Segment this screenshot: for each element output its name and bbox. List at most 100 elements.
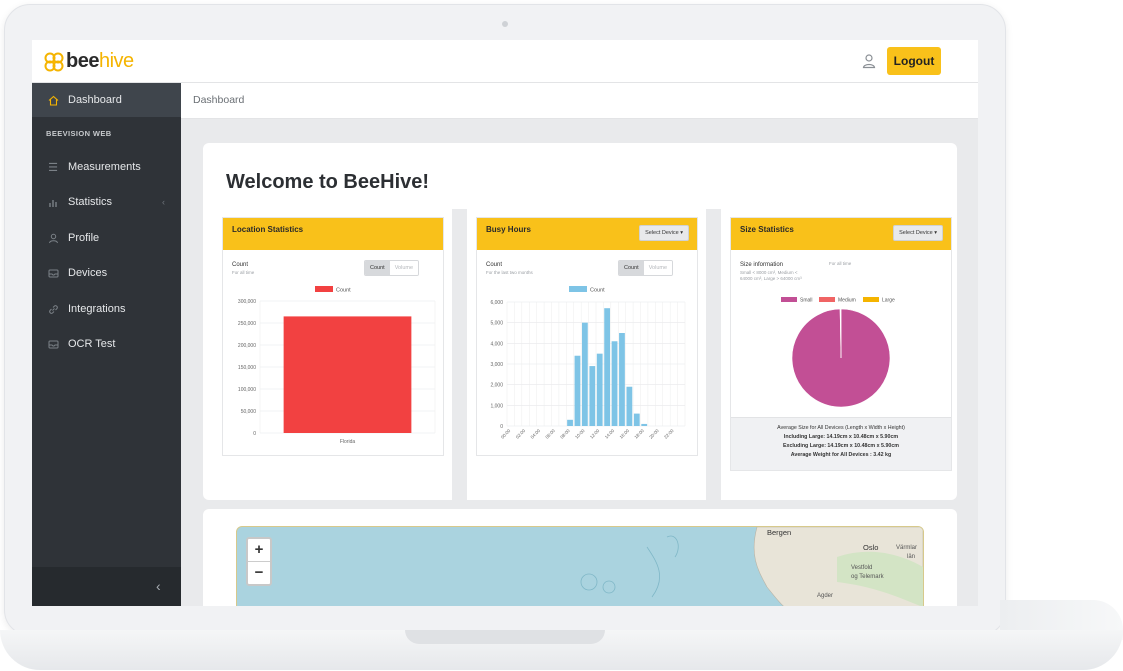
map-label-vestfold: Vestfold xyxy=(851,565,873,571)
bar xyxy=(633,413,640,426)
location-chart: Count 300,000 250,000 200,000 150,000 100,000… xyxy=(238,286,436,445)
size-summary-line: Average Weight for All Devices : 3.42 kg xyxy=(790,452,892,458)
legend-swatch xyxy=(819,297,835,302)
toggle-count[interactable]: Count xyxy=(365,261,390,275)
bar-chart-icon xyxy=(46,195,60,209)
laptop-notch xyxy=(405,630,605,644)
y-tick-label: 0 xyxy=(500,424,503,430)
panel-subtitle: Count xyxy=(232,262,249,268)
x-tick-label: 06:00 xyxy=(544,428,556,440)
x-tick-label: 20:00 xyxy=(648,428,660,440)
toggle-count[interactable]: Count xyxy=(619,261,644,275)
inbox-icon xyxy=(46,337,60,351)
sidebar-item-label: Profile xyxy=(68,232,100,244)
panel-subnote: For all time xyxy=(232,270,255,275)
size-statistics-panel: Size Statistics Select Device ▾ Size inf… xyxy=(730,217,952,471)
sidebar-footer: ‹ xyxy=(32,567,181,606)
bar xyxy=(581,322,588,426)
legend-label: Count xyxy=(336,288,351,294)
y-tick-label: 0 xyxy=(253,431,256,437)
legend-swatch xyxy=(781,297,797,302)
breadcrumb-current: Dashboard xyxy=(193,94,245,106)
map-label-agder: Agder xyxy=(817,593,834,599)
bar xyxy=(283,316,412,433)
panel-header: Size Statistics Select Device ▾ xyxy=(731,218,951,250)
panel-subtitle: Count xyxy=(486,262,503,268)
zoom-out-button[interactable]: − xyxy=(248,562,270,584)
top-bar: bee hive Logout xyxy=(32,40,978,83)
chevron-left-icon[interactable]: ‹ xyxy=(156,578,161,594)
panel-title: Location Statistics xyxy=(232,225,304,234)
sidebar-section-header: BEEVISION WEB xyxy=(46,129,112,138)
sidebar-item-dashboard[interactable]: Dashboard xyxy=(32,83,181,117)
y-tick-label: 6,000 xyxy=(490,300,503,306)
y-tick-label: 4,000 xyxy=(490,341,503,347)
sidebar-item-profile[interactable]: Profile xyxy=(32,221,181,255)
legend-label: Count xyxy=(590,288,605,294)
sidebar-item-label: Statistics xyxy=(68,196,113,208)
brand-logo[interactable]: bee hive xyxy=(44,50,134,73)
size-summary-line: Including Large: 14.19cm x 10.48cm x 5.9… xyxy=(783,434,899,440)
webcam xyxy=(502,21,508,27)
page-title: Welcome to BeeHive! xyxy=(226,171,430,193)
sidebar-item-label: Dashboard xyxy=(68,94,122,106)
location-map[interactable]: + − Bergen Oslo Vestfold og Telemark Agd… xyxy=(236,526,924,606)
legend-label: Small xyxy=(800,298,813,304)
panel-header: Busy Hours Select Device ▾ xyxy=(477,218,697,250)
legend-label: Medium xyxy=(838,298,856,304)
sidebar-item-label: OCR Test xyxy=(68,338,116,350)
bar xyxy=(619,333,625,426)
sidebar-item-integrations[interactable]: Integrations xyxy=(32,292,181,326)
toggle-volume[interactable]: Volume xyxy=(643,261,673,275)
y-tick-label: 300,000 xyxy=(238,299,256,305)
logout-button[interactable]: Logout xyxy=(887,47,941,75)
legend-swatch xyxy=(569,286,587,292)
y-tick-label: 1,000 xyxy=(490,403,503,409)
size-note-line: 64000 cm³, Large > 64000 cm³ xyxy=(740,276,802,281)
sidebar-item-statistics[interactable]: Statistics ‹ xyxy=(32,185,181,219)
size-pie-chart: Small Medium Large xyxy=(781,297,895,408)
x-tick-label: 10:00 xyxy=(574,428,586,440)
user-icon[interactable] xyxy=(861,53,877,69)
bar xyxy=(589,366,596,426)
busy-hours-panel: Busy Hours Select Device ▾ Count For the… xyxy=(476,217,698,456)
y-tick-label: 50,000 xyxy=(241,409,257,415)
sidebar-item-ocr-test[interactable]: OCR Test xyxy=(32,327,181,361)
map-label-lan: län xyxy=(907,554,916,560)
sidebar-item-devices[interactable]: Devices xyxy=(32,256,181,290)
inbox-icon xyxy=(46,266,60,280)
legend-swatch xyxy=(863,297,879,302)
breadcrumb: Dashboard xyxy=(181,83,978,119)
sidebar-item-label: Measurements xyxy=(68,161,141,173)
brand-name-hive: hive xyxy=(98,50,134,72)
select-device-dropdown[interactable]: Select Device ▾ xyxy=(639,225,689,241)
size-note-line: Small < 8000 cm³, Medium < xyxy=(740,270,798,275)
x-tick-label: 14:00 xyxy=(604,428,616,440)
y-tick-label: 2,000 xyxy=(490,383,503,389)
link-icon xyxy=(46,302,60,316)
map-label-bergen: Bergen xyxy=(767,528,792,537)
bee-logo-icon xyxy=(44,52,64,71)
panel-header: Location Statistics xyxy=(223,218,443,250)
size-summary-line: Excluding Large: 14.19cm x 10.48cm x 5.9… xyxy=(782,443,899,449)
zoom-in-button[interactable]: + xyxy=(248,539,270,562)
sidebar: Dashboard BEEVISION WEB ☰ Measurements S… xyxy=(32,83,181,606)
list-icon: ☰ xyxy=(48,161,58,174)
panel-title: Busy Hours xyxy=(486,225,531,234)
location-statistics-panel: Location Statistics Count For all time C… xyxy=(222,217,444,456)
panel-subnote: For the last two months xyxy=(486,270,533,275)
select-device-dropdown[interactable]: Select Device ▾ xyxy=(893,225,943,241)
card-gap xyxy=(706,209,721,500)
size-summary: Average Size for All Devices (Length x W… xyxy=(731,417,951,470)
panel-title: Size Statistics xyxy=(740,225,794,234)
map-label-telemark: og Telemark xyxy=(851,574,884,580)
legend-swatch xyxy=(315,286,333,292)
sidebar-item-label: Integrations xyxy=(68,303,126,315)
busy-hours-chart: Count6,0005,0004,0003,0002,0001,000000:0… xyxy=(490,286,686,440)
sidebar-item-measurements[interactable]: ☰ Measurements xyxy=(32,150,181,184)
map-label-varmland: Värmlar xyxy=(896,545,918,551)
x-tick-label: 02:00 xyxy=(515,428,527,440)
legend-label: Large xyxy=(882,298,895,304)
toggle-volume[interactable]: Volume xyxy=(389,261,419,275)
x-tick-label: 18:00 xyxy=(633,428,645,440)
